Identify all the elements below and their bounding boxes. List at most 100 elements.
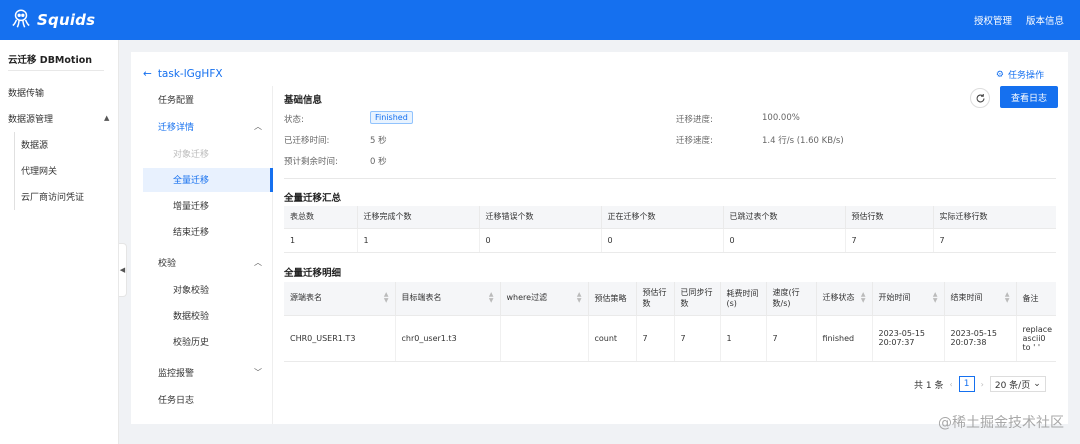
caret-up-icon[interactable]: ▲ [104,114,109,122]
menu-item-migration-detail[interactable]: 迁移详情 [158,120,194,133]
section-divider [284,178,1056,179]
remaining-label: 预计剩余时间: [284,157,338,167]
auth-management-link[interactable]: 授权管理 [974,13,1012,27]
detail-header: 速度(行数/s) [766,282,817,316]
sidebar-tree-line [14,132,15,210]
summary-title: 全量迁移汇总 [284,193,342,204]
sort-icon[interactable]: ▲ ▼ [1005,292,1010,304]
speed-label: 迁移速度: [676,136,713,146]
sidebar-item-data-transfer[interactable]: 数据传输 [8,86,44,99]
status-label: 状态: [284,115,304,125]
sidebar-item-datasource[interactable]: 数据源 [21,138,48,151]
detail-cell: count [588,315,637,362]
basic-info-title: 基础信息 [284,95,323,106]
detail-header: 预估策略 [588,282,637,316]
detail-cell: 2023-05-15 20:07:38 [944,315,1017,362]
sidebar-divider [8,70,104,71]
detail-header-label: 迁移状态 [822,293,855,303]
speed-value: 1.4 行/s (1.60 KB/s) [762,136,844,146]
menu-item-task-log[interactable]: 任务日志 [158,393,194,406]
summary-table: 表总数 迁移完成个数 迁移错误个数 正在迁移个数 已跳过表个数 预估行数 实际迁… [284,206,1056,253]
summary-header: 迁移错误个数 [479,206,602,229]
summary-cell: 7 [845,228,934,253]
detail-header[interactable]: 迁移状态 ▲ ▼ [816,282,873,316]
refresh-icon [976,93,984,102]
menu-item-verify[interactable]: 校验 [158,256,176,269]
sort-icon[interactable]: ▲ ▼ [861,292,866,304]
sidebar: 云迁移 DBMotion 数据传输 数据源管理 ▲ 数据源 代理网关 云厂商访问… [0,40,119,444]
task-title: task-lGgHFX [157,68,223,80]
detail-header: 预估行数 [636,282,675,316]
brand-name: Squids [37,11,96,29]
prev-page-icon[interactable]: ‹ [949,380,952,389]
chevron-down-icon[interactable]: ﹀ [254,367,262,378]
detail-header[interactable]: 结束时间 ▲ ▼ [944,282,1017,316]
detail-cell: replace ascii0 to ' ' [1016,315,1056,362]
detail-header-label: 目标端表名 [401,293,442,303]
detail-header: 备注 [1016,282,1056,316]
summary-header: 实际迁移行数 [933,206,1056,229]
detail-header[interactable]: 目标端表名 ▲ ▼ [395,282,501,316]
refresh-button[interactable] [970,88,990,108]
menu-item-full-migration[interactable]: 全量迁移 [173,173,209,186]
detail-cell: finished [816,315,873,362]
watermark: @稀土掘金技术社区 [938,415,1064,431]
sidebar-collapse-toggle[interactable]: ◀ [119,243,127,297]
menu-item-object-verify[interactable]: 对象校验 [173,283,209,296]
menu-item-data-verify[interactable]: 数据校验 [173,309,209,322]
detail-header[interactable]: 源端表名 ▲ ▼ [284,282,396,316]
summary-header: 表总数 [284,206,358,229]
sort-icon[interactable]: ▲ ▼ [933,292,938,304]
sidebar-item-datasource-management[interactable]: 数据源管理 [8,112,53,125]
summary-cell: 0 [601,228,724,253]
menu-item-incremental-migration[interactable]: 增量迁移 [173,199,209,212]
summary-cell: 0 [723,228,846,253]
detail-header[interactable]: where过滤 ▲ ▼ [500,282,589,316]
summary-cell: 1 [357,228,480,253]
top-bar: Squids 授权管理 版本信息 [0,0,1080,40]
progress-label: 迁移进度: [676,115,713,125]
total-count: 共 1 条 [914,380,944,391]
summary-header: 正在迁移个数 [601,206,724,229]
menu-item-end-migration[interactable]: 结束迁移 [173,225,209,238]
detail-header-label: 结束时间 [950,293,983,303]
back-link[interactable]: ← task-lGgHFX [143,68,223,80]
sort-icon[interactable]: ▲ ▼ [577,292,582,304]
sidebar-item-cloud-credentials[interactable]: 云厂商访问凭证 [21,190,84,203]
chevron-up-icon[interactable]: ︿ [254,121,262,132]
detail-table: 源端表名 ▲ ▼ 目标端表名 ▲ ▼ where过滤 ▲ ▼ 预估策略 预估行数 已同步行数… [284,282,1056,362]
next-page-icon[interactable]: › [981,380,984,389]
main-panel: ← task-lGgHFX ⚙ 任务操作 任务配置 迁移详情 ︿ 对象迁移 全量… [131,52,1068,424]
table-row: 1 1 0 0 0 7 7 [284,228,1056,253]
page-number[interactable]: 1 [958,376,975,392]
task-operations-button[interactable]: ⚙ 任务操作 [996,68,1044,82]
chevron-up-icon[interactable]: ︿ [254,257,262,268]
sort-icon[interactable]: ▲ ▼ [489,292,494,304]
detail-header-label: 源端表名 [290,293,322,303]
menu-item-task-config[interactable]: 任务配置 [158,93,194,106]
menu-item-monitor-alert[interactable]: 监控报警 [158,366,194,379]
sort-icon[interactable]: ▲ ▼ [384,292,389,304]
arrow-left-icon: ← [143,68,152,80]
summary-header: 迁移完成个数 [357,206,480,229]
detail-cell: 2023-05-15 20:07:37 [872,315,945,362]
summary-header: 已跳过表个数 [723,206,846,229]
view-log-button[interactable]: 查看日志 [1000,86,1058,108]
remaining-value: 0 秒 [370,157,387,167]
detail-cell [500,315,589,362]
detail-header[interactable]: 开始时间 ▲ ▼ [872,282,945,316]
page-size-select[interactable]: 20 条/页 ⌄ [989,376,1046,392]
detail-cell: 7 [636,315,675,362]
version-info-link[interactable]: 版本信息 [1026,13,1064,27]
summary-cell: 7 [933,228,1056,253]
menu-item-object-migration[interactable]: 对象迁移 [173,147,209,160]
menu-item-verify-history[interactable]: 校验历史 [173,335,209,348]
logo[interactable]: Squids [10,8,95,33]
detail-header: 已同步行数 [674,282,721,316]
sidebar-item-proxy-gateway[interactable]: 代理网关 [21,164,57,177]
task-menu: 任务配置 迁移详情 ︿ 对象迁移 全量迁移 增量迁移 结束迁移 校验 ︿ 对象校… [143,86,273,424]
squid-logo-icon [10,8,32,33]
progress-value: 100.00% [762,113,800,123]
detail-cell: CHR0_USER1.T3 [284,315,396,362]
detail-header-label: where过滤 [506,293,548,303]
